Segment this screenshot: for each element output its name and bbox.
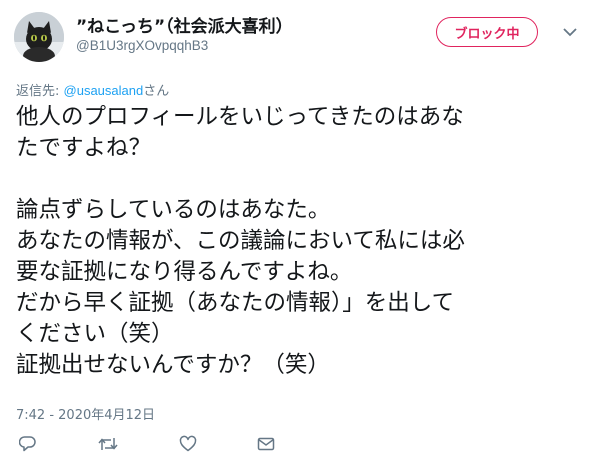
- more-menu-button[interactable]: [560, 22, 580, 42]
- display-name[interactable]: ”ねこっち”（社会派大喜利）: [76, 12, 293, 37]
- direct-message-button[interactable]: [254, 432, 278, 456]
- reply-icon: [19, 436, 36, 452]
- heart-icon: [179, 435, 197, 452]
- cat-avatar-image: [14, 12, 64, 62]
- chevron-down-icon: [563, 27, 577, 36]
- tweet-line: あなたの情報が、この議論において私には必: [16, 228, 465, 254]
- tweet-line: 証拠出せないんですか？（笑）: [16, 352, 330, 378]
- retweet-button[interactable]: [96, 432, 120, 456]
- reply-button[interactable]: [16, 432, 40, 456]
- envelope-icon: [257, 437, 275, 451]
- tweet-line: ください（笑）: [16, 321, 174, 347]
- tweet-line: だから早く証拠（あなたの情報）」を出して: [16, 290, 455, 316]
- retweet-icon: [98, 438, 118, 450]
- like-button[interactable]: [176, 432, 200, 456]
- tweet-line: 論点ずらしているのはあなた。: [16, 197, 331, 223]
- tweet-actions: [0, 432, 608, 460]
- tweet-text: 他人のプロフィールをいじってきたのはあな たですよね？ 論点ずらしているのはあな…: [16, 102, 596, 381]
- user-handle[interactable]: @B1U3rgXOvpqqhB3: [76, 38, 208, 53]
- tweet-card: ”ねこっち”（社会派大喜利） @B1U3rgXOvpqqhB3 ブロック中 返信…: [0, 0, 608, 471]
- avatar[interactable]: [14, 12, 64, 62]
- reply-context: 返信先: @usausalandさん: [16, 80, 169, 99]
- reply-prefix: 返信先:: [16, 84, 64, 99]
- reply-suffix: さん: [143, 84, 170, 99]
- blocked-button[interactable]: ブロック中: [436, 17, 538, 47]
- tweet-timestamp[interactable]: 7:42 - 2020年4月12日: [16, 404, 155, 423]
- reply-mention-link[interactable]: @usausaland: [64, 83, 144, 98]
- tweet-line: 他人のプロフィールをいじってきたのはあな: [16, 104, 464, 130]
- tweet-line: 要な証拠になり得るんですよね。: [16, 259, 353, 285]
- tweet-line: たですよね？: [16, 135, 152, 161]
- tweet-line-break: [16, 164, 596, 195]
